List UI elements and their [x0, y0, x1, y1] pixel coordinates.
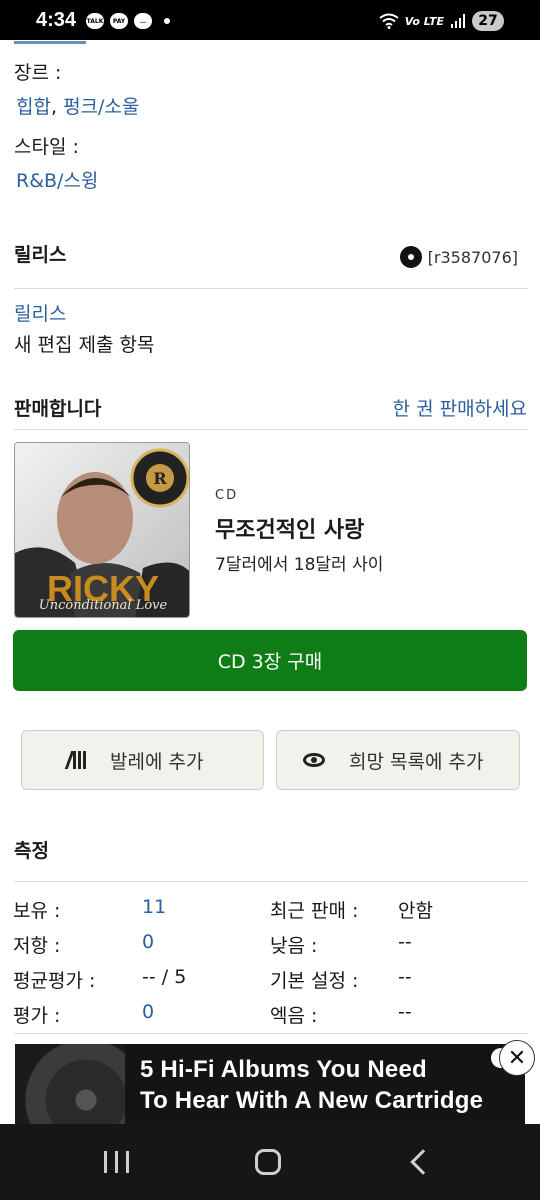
- battery-indicator: 27: [472, 11, 504, 31]
- album-cover-art: R RICKY Unconditional Love: [15, 443, 189, 617]
- home-icon: [255, 1149, 281, 1175]
- style-link-rnb-swing[interactable]: R&B/스윙: [16, 170, 98, 192]
- stat-label-high: 엑음 :: [270, 1005, 318, 1027]
- volte-label: Vo LTE: [404, 14, 444, 28]
- add-to-wantlist-label: 희망 목록에 추가: [349, 750, 484, 773]
- ad-divider: [14, 1033, 528, 1034]
- style-values: R&B/스윙: [16, 166, 98, 193]
- album-title[interactable]: 무조건적인 사랑: [215, 512, 364, 544]
- marketplace-divider: [14, 429, 528, 430]
- ad-headline: 5 Hi-Fi Albums You Need To Hear With A N…: [140, 1054, 483, 1116]
- releases-link[interactable]: 릴리스: [14, 299, 66, 326]
- statistics-section-title: 측정: [14, 840, 49, 862]
- more-notifications-dot: [164, 18, 170, 24]
- ad-banner[interactable]: 5 Hi-Fi Albums You Need To Hear With A N…: [15, 1044, 525, 1124]
- chat-notification-icon: …: [134, 13, 152, 29]
- buy-cd-button[interactable]: CD 3장 구매: [13, 630, 527, 691]
- releases-section-title: 릴리스: [14, 244, 67, 266]
- navigation-bar: [0, 1124, 540, 1200]
- stat-value-high: --: [398, 1001, 412, 1023]
- system-icons: Vo LTE 27: [379, 11, 504, 31]
- genre-separator: ,: [50, 96, 64, 118]
- home-button[interactable]: [250, 1144, 286, 1180]
- cover-subtitle-text: Unconditional Love: [39, 598, 168, 613]
- stat-label-have: 보유 :: [13, 900, 61, 922]
- eye-icon: [303, 753, 325, 767]
- wifi-icon: [379, 13, 399, 29]
- style-label: 스타일 :: [14, 136, 79, 158]
- signal-icon: [451, 14, 465, 28]
- add-to-collection-button[interactable]: 발레에 추가: [21, 730, 264, 790]
- release-code-text: [r3587076]: [427, 247, 518, 267]
- stat-label-low: 낮음 :: [270, 935, 318, 957]
- buy-cd-label: CD 3장 구매: [217, 651, 323, 673]
- release-format: CD: [215, 488, 239, 503]
- new-submission-link[interactable]: 새 편집 제출 항목: [14, 330, 154, 357]
- back-icon: [410, 1149, 436, 1175]
- stat-value-low: --: [398, 931, 412, 953]
- talk-notification-icon: TALK: [86, 13, 104, 29]
- add-to-wantlist-button[interactable]: 희망 목록에 추가: [276, 730, 520, 790]
- statistics-divider: [14, 881, 528, 882]
- genre-label: 장르 :: [14, 62, 62, 84]
- clock: 4:34: [36, 9, 77, 31]
- stat-label-want: 저항 :: [13, 935, 61, 957]
- pay-notification-icon: PAY: [110, 13, 128, 29]
- stat-label-last-sold: 최근 판매 :: [270, 900, 359, 922]
- release-code[interactable]: [r3587076]: [399, 246, 518, 268]
- genre-values: 힙합, 펑크/소울: [16, 92, 139, 119]
- stat-label-median: 기본 설정 :: [270, 970, 359, 992]
- album-cover[interactable]: R RICKY Unconditional Love: [14, 442, 190, 618]
- stat-value-median: --: [398, 966, 412, 988]
- stat-value-want[interactable]: 0: [142, 931, 154, 953]
- recents-button[interactable]: [96, 1144, 136, 1180]
- genre-link-hiphop[interactable]: 힙합: [16, 96, 51, 118]
- stat-value-ratings[interactable]: 0: [142, 1001, 154, 1023]
- cut-off-year-link: [14, 40, 86, 44]
- genre-link-funk-soul[interactable]: 펑크/소울: [63, 96, 139, 118]
- notification-icons: TALK PAY …: [86, 13, 170, 29]
- disc-icon: [399, 246, 422, 268]
- ad-close-icon[interactable]: ✕: [499, 1040, 535, 1076]
- ad-headline-line1: 5 Hi-Fi Albums You Need: [140, 1056, 427, 1083]
- sell-a-copy-link[interactable]: 한 권 판매하세요: [393, 394, 527, 421]
- page-content: 장르 : 힙합, 펑크/소울 스타일 : R&B/스윙 릴리스 [r358707…: [0, 40, 540, 1124]
- back-button[interactable]: [404, 1144, 436, 1180]
- marketplace-section-title: 판매합니다: [14, 398, 102, 420]
- svg-text:R: R: [153, 469, 167, 488]
- stat-value-avg-rating: -- / 5: [142, 966, 187, 988]
- stat-label-avg-rating: 평균평가 :: [13, 970, 96, 992]
- price-range: 7달러에서 18달러 사이: [215, 555, 384, 575]
- stat-value-have[interactable]: 11: [142, 896, 166, 918]
- releases-divider: [14, 288, 528, 289]
- stat-label-ratings: 평가 :: [13, 1005, 61, 1027]
- status-bar: 4:34 TALK PAY … Vo LTE 27: [0, 0, 540, 40]
- add-to-collection-label: 발레에 추가: [110, 750, 204, 773]
- collection-shelf-icon: [64, 751, 86, 769]
- ad-headline-line2: To Hear With A New Cartridge: [140, 1087, 484, 1114]
- stat-value-last-sold: 안함: [398, 900, 433, 922]
- turntable-image: [15, 1044, 125, 1124]
